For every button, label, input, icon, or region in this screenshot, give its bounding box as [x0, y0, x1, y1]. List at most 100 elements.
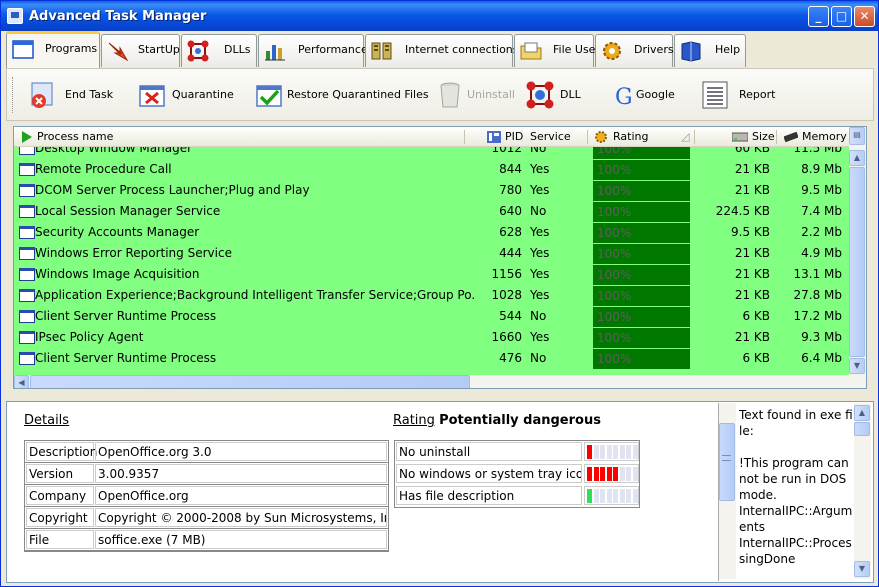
column-pid[interactable]: PID — [505, 130, 523, 143]
column-separator[interactable] — [776, 130, 777, 144]
table-row[interactable]: DCOM Server Process Launcher;Plug and Pl… — [14, 180, 850, 201]
pid-icon — [487, 131, 501, 143]
process-pid: 1012 — [491, 147, 522, 155]
scroll-thumb[interactable] — [854, 422, 870, 436]
scroll-thumb[interactable] — [719, 423, 735, 501]
quarantine-button[interactable]: Quarantine — [136, 77, 234, 113]
process-memory: 9.3 Mb — [801, 330, 842, 344]
process-rating: 100% — [593, 181, 690, 201]
column-service[interactable]: Service — [530, 130, 571, 143]
app-icon[interactable] — [7, 8, 23, 24]
column-rating[interactable]: Rating — [613, 130, 648, 143]
exe-text-box[interactable]: Text found in exe file: !This program ca… — [718, 403, 872, 581]
column-memory[interactable]: Memory — [802, 130, 847, 143]
tab-label: Help — [715, 43, 741, 56]
column-chooser-icon[interactable]: ▤ — [849, 127, 865, 145]
column-separator[interactable] — [587, 130, 588, 144]
table-row[interactable]: Client Server Runtime Process 476 No 100% 6 … — [14, 348, 850, 369]
rating-heading-group: Rating Potentially dangerous — [393, 413, 601, 428]
process-rating: 100% — [593, 265, 690, 285]
process-pid: 780 — [499, 183, 522, 197]
google-button[interactable]: G Google — [609, 77, 689, 113]
close-button[interactable]: ✕ — [854, 6, 875, 27]
exe-text-vertical-scrollbar[interactable]: ▲ ▼ — [854, 403, 871, 579]
table-row[interactable]: Desktop Window Manager 1012 No 100% 60 KB 11.… — [14, 147, 850, 159]
column-process-name[interactable]: Process name — [37, 130, 113, 143]
process-service: Yes — [530, 246, 550, 260]
help-book-icon — [681, 41, 701, 62]
rating-level-segment — [613, 467, 618, 481]
process-pid: 544 — [499, 309, 522, 323]
process-pid: 640 — [499, 204, 522, 218]
maximize-button[interactable]: □ — [831, 6, 852, 27]
tab-file-use[interactable]: File Use — [514, 34, 595, 67]
rating-level-segment — [593, 489, 599, 503]
table-row[interactable]: Client Server Runtime Process 544 No 100% 6 … — [14, 306, 850, 327]
process-list-vertical-scrollbar[interactable]: ▤ ▲ ▼ — [849, 127, 866, 388]
tab-internet-connections[interactable]: Internet connections — [365, 34, 519, 67]
rating-level-segment — [587, 445, 592, 459]
table-row[interactable]: Windows Error Reporting Service 444 Yes 100… — [14, 243, 850, 264]
dll-button[interactable]: DLL — [524, 77, 594, 113]
table-row[interactable]: Security Accounts Manager 628 Yes 100% 9.5 K… — [14, 222, 850, 243]
exe-text-content: Text found in exe file: !This program ca… — [739, 408, 853, 566]
svg-text:G: G — [615, 85, 633, 110]
process-window-icon — [19, 247, 35, 260]
process-service: Yes — [530, 288, 550, 302]
process-memory: 8.9 Mb — [801, 162, 842, 176]
details-heading[interactable]: Details — [24, 413, 69, 428]
process-rating: 100% — [593, 244, 690, 264]
sort-play-icon — [22, 131, 32, 143]
process-size: 60 KB — [734, 147, 770, 155]
process-name: IPsec Policy Agent — [35, 330, 144, 344]
table-row[interactable]: IPsec Policy Agent 1660 Yes 100% 21 KB 9.3 Mb — [14, 327, 850, 348]
scroll-thumb[interactable] — [849, 167, 865, 357]
minimize-button[interactable]: _ — [808, 6, 829, 27]
table-row[interactable]: Remote Procedure Call 844 Yes 100% 21 KB 8.9 … — [14, 159, 850, 180]
process-size: 6 KB — [742, 351, 770, 365]
table-row[interactable]: Windows Image Acquisition 1156 Yes 100% 21 K… — [14, 264, 850, 285]
column-size[interactable]: Size — [752, 130, 775, 143]
details-value: OpenOffice.org — [95, 486, 387, 505]
process-window-icon — [19, 268, 35, 281]
scroll-up-button[interactable]: ▲ — [854, 405, 870, 421]
scroll-down-button[interactable]: ▼ — [854, 561, 870, 577]
restore-quarantined-files-button[interactable]: Restore Quarantined Files — [253, 77, 429, 113]
process-name: Local Session Manager Service — [35, 204, 221, 218]
process-memory: 17.2 Mb — [793, 309, 842, 323]
process-service: Yes — [530, 225, 550, 239]
dlls-molecule-icon — [187, 40, 209, 62]
scroll-left-button[interactable]: ◀ — [14, 375, 29, 388]
tab-label: Programs — [45, 42, 98, 55]
tab-help[interactable]: Help — [674, 34, 746, 67]
dll-icon — [526, 81, 554, 109]
process-window-icon — [19, 163, 35, 176]
details-key: Version — [26, 464, 94, 483]
scroll-thumb[interactable] — [30, 375, 470, 388]
process-list[interactable]: Process name PID Service Rating ◿ Size M… — [13, 126, 867, 389]
scroll-down-button[interactable]: ▼ — [849, 358, 865, 374]
rating-level-bar — [584, 486, 639, 505]
table-row[interactable]: Local Session Manager Service 640 No 100% 22… — [14, 201, 850, 222]
exe-text-left-scrollbar[interactable] — [719, 403, 736, 579]
tab-drivers[interactable]: Drivers — [595, 34, 674, 67]
scroll-up-button[interactable]: ▲ — [849, 150, 865, 166]
tab-startup[interactable]: StartUp — [101, 34, 180, 67]
process-service: No — [530, 147, 547, 155]
toolbar-grip[interactable] — [12, 77, 15, 113]
end-task-button[interactable]: End Task — [27, 77, 122, 113]
tab-dlls[interactable]: DLLs — [181, 34, 257, 67]
tab-programs[interactable]: Programs — [6, 31, 100, 68]
column-separator[interactable] — [694, 130, 695, 144]
tab-performance[interactable]: Performance — [258, 34, 368, 67]
title-bar[interactable]: Advanced Task Manager _ □ ✕ — [1, 1, 878, 31]
programs-window-icon — [12, 40, 34, 59]
rating-heading[interactable]: Rating — [393, 413, 435, 428]
report-button[interactable]: Report — [699, 77, 779, 113]
uninstall-button[interactable]: Uninstall — [435, 77, 520, 113]
tab-label: Performance — [298, 43, 368, 56]
process-list-horizontal-scrollbar[interactable]: ◀ — [14, 375, 850, 388]
rating-level-segment — [593, 467, 599, 481]
column-separator[interactable] — [464, 130, 465, 144]
table-row[interactable]: Application Experience;Background Intell… — [14, 285, 850, 306]
